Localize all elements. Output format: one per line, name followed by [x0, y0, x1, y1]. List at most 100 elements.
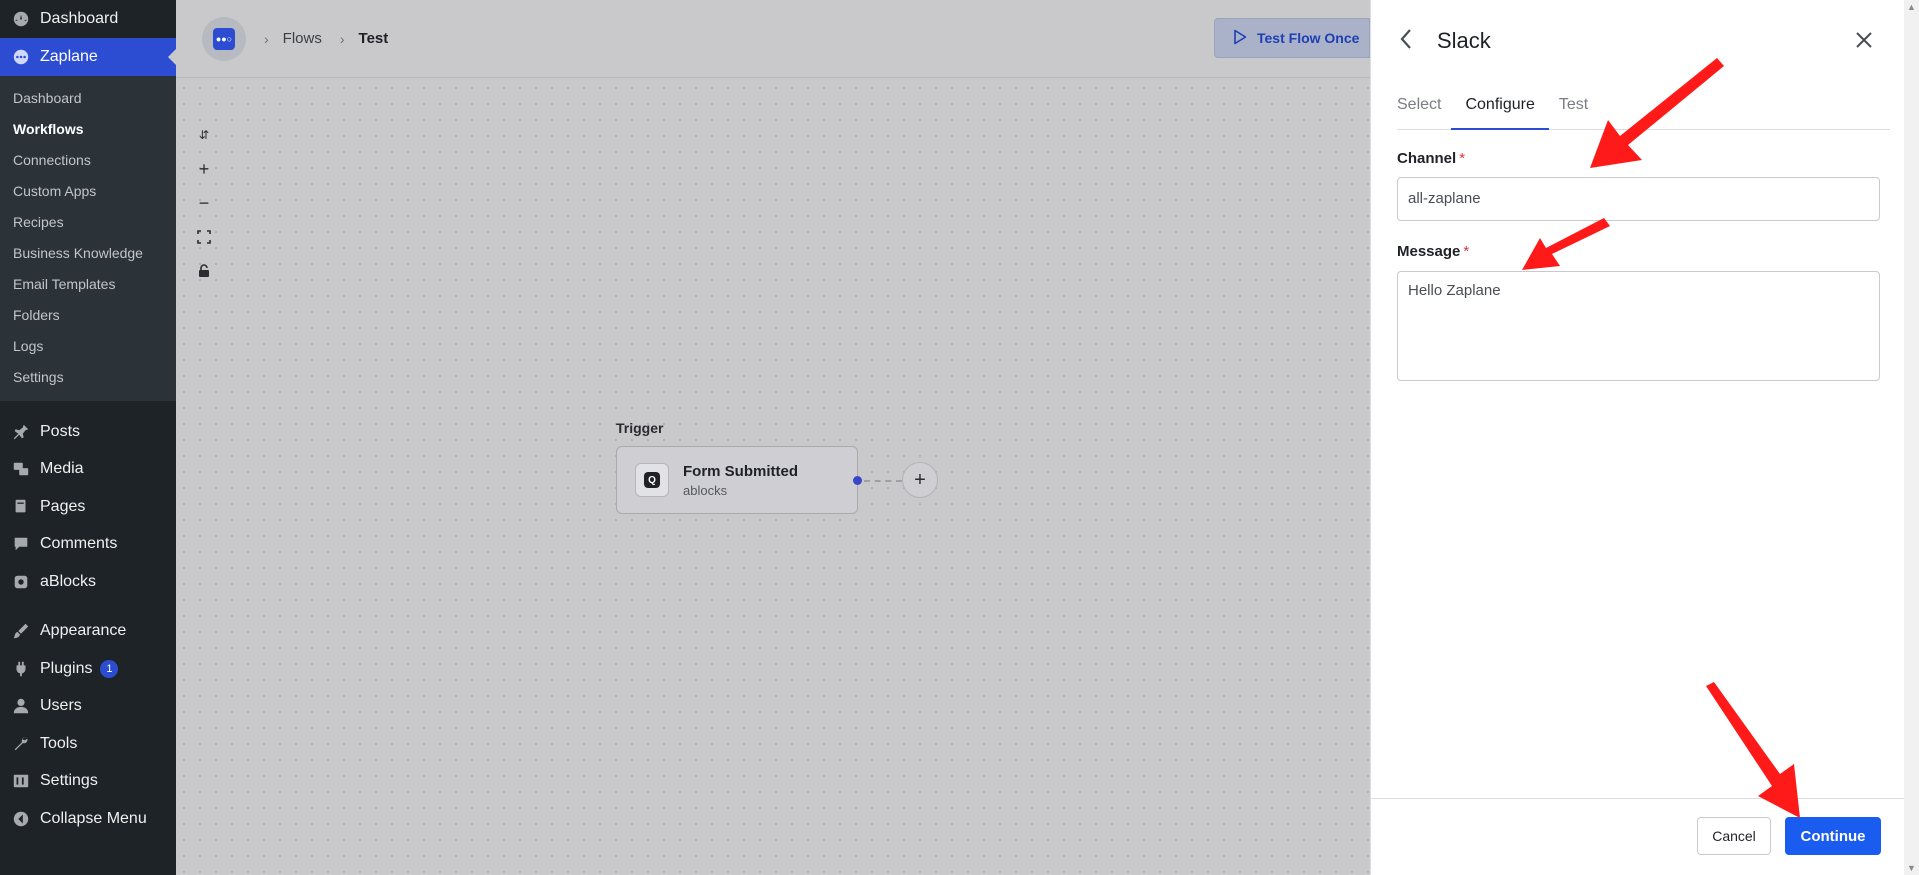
wp-menu-pages[interactable]: Pages	[0, 488, 176, 526]
submenu-item-connections[interactable]: Connections	[0, 145, 176, 176]
zoom-out-icon[interactable]: −	[192, 186, 216, 220]
test-flow-once-button[interactable]: Test Flow Once	[1214, 18, 1370, 58]
fit-view-icon[interactable]	[192, 220, 216, 254]
wp-menu-label: Settings	[40, 772, 98, 790]
comments-icon	[10, 533, 32, 555]
channel-label: Channel *	[1397, 150, 1466, 167]
dashboard-icon	[10, 8, 32, 30]
submenu-item-logs[interactable]: Logs	[0, 331, 176, 362]
wp-menu-settings[interactable]: Settings	[0, 763, 176, 801]
node-title: Form Submitted	[683, 462, 798, 480]
canvas-toolbar: ⇵ + −	[192, 118, 216, 288]
wp-menu-label: Posts	[40, 422, 81, 440]
cancel-button[interactable]: Cancel	[1697, 817, 1771, 855]
message-value: Hello Zaplane	[1408, 282, 1501, 299]
zaplane-submenu: Dashboard Workflows Connections Custom Apps…	[0, 76, 176, 401]
close-icon[interactable]	[1855, 24, 1873, 56]
required-mark: *	[1459, 150, 1466, 167]
scroll-up-icon[interactable]: ▲	[1907, 2, 1916, 12]
wp-menu-users[interactable]: Users	[0, 688, 176, 726]
tab-test[interactable]: Test	[1559, 92, 1588, 130]
wp-menu-label: Users	[40, 697, 82, 715]
chevron-right-icon: ›	[339, 30, 345, 47]
wp-menu-appearance[interactable]: Appearance	[0, 613, 176, 651]
wp-menu-posts[interactable]: Posts	[0, 413, 176, 451]
step-config-panel: Slack Select Configure Test Channel * all…	[1370, 0, 1919, 875]
app-logo[interactable]: ●●○	[202, 16, 246, 61]
wp-menu-label: Media	[40, 460, 84, 478]
tab-configure[interactable]: Configure	[1451, 92, 1549, 130]
add-step-button[interactable]: +	[902, 462, 938, 498]
update-count-badge: 1	[100, 659, 119, 678]
wp-menu-label: Dashboard	[40, 10, 119, 27]
node-output-port[interactable]	[853, 476, 862, 485]
lock-icon[interactable]	[192, 254, 216, 288]
wp-menu-tools[interactable]: Tools	[0, 725, 176, 763]
continue-button[interactable]: Continue	[1785, 817, 1881, 855]
message-textarea[interactable]: Hello Zaplane	[1397, 271, 1880, 381]
wp-menu-plugins[interactable]: Plugins 1	[0, 650, 176, 688]
chevron-right-icon: ›	[264, 30, 269, 47]
play-icon	[1233, 29, 1247, 48]
brush-icon	[10, 620, 32, 642]
submenu-item-folders[interactable]: Folders	[0, 300, 176, 331]
wp-menu-label: Pages	[40, 497, 86, 515]
wp-menu-label: Comments	[40, 535, 118, 553]
zoom-in-icon[interactable]: +	[192, 152, 216, 186]
settings-icon	[10, 770, 32, 792]
submenu-item-settings[interactable]: Settings	[0, 362, 176, 393]
breadcrumb-flows[interactable]: Flows	[283, 30, 322, 47]
wp-menu-collapse-menu[interactable]: Collapse Menu	[0, 800, 176, 838]
zaplane-logo-icon: ●●○	[213, 27, 235, 50]
test-flow-label: Test Flow Once	[1257, 30, 1360, 46]
plugin-icon	[10, 658, 32, 680]
media-icon	[10, 458, 32, 480]
plus-icon: +	[914, 468, 926, 491]
trigger-label: Trigger	[616, 420, 664, 436]
ablocks-icon	[10, 571, 32, 593]
wrench-icon	[10, 733, 32, 755]
panel-footer: Cancel Continue	[1371, 798, 1919, 875]
wp-menu-dashboard[interactable]: Dashboard	[0, 0, 176, 38]
wp-menu-comments[interactable]: Comments	[0, 526, 176, 564]
user-icon	[10, 695, 32, 717]
back-arrow-icon[interactable]	[1399, 26, 1413, 57]
wp-menu-group: Posts Media Pages Comments aBlocks	[0, 413, 176, 601]
submenu-item-dashboard[interactable]: Dashboard	[0, 83, 176, 114]
zaplane-icon	[10, 46, 32, 68]
pin-icon	[10, 421, 32, 443]
wp-menu-label: Plugins	[40, 659, 93, 677]
trigger-node[interactable]: Q Form Submitted ablocks	[616, 446, 858, 514]
wp-menu-ablocks[interactable]: aBlocks	[0, 563, 176, 601]
node-subtitle: ablocks	[683, 482, 728, 498]
pages-icon	[10, 496, 32, 518]
wp-menu-label: Tools	[40, 734, 78, 752]
wp-admin-sidebar: Dashboard Zaplane Dashboard Workflows Conn…	[0, 0, 176, 875]
wp-menu-label: Collapse Menu	[40, 809, 147, 827]
message-label: Message *	[1397, 243, 1470, 260]
required-mark: *	[1463, 243, 1470, 260]
submenu-item-workflows[interactable]: Workflows	[0, 114, 176, 145]
channel-input[interactable]: all-zaplane	[1397, 177, 1880, 221]
wp-menu-zaplane[interactable]: Zaplane	[0, 38, 176, 76]
ablocks-app-icon: Q	[635, 463, 669, 497]
submenu-item-business-knowledge[interactable]: Business Knowledge	[0, 238, 176, 269]
wp-menu-label: aBlocks	[40, 572, 97, 590]
channel-value: all-zaplane	[1408, 190, 1481, 207]
flow-canvas[interactable]: ●●○ › Flows › Test Test Flow Once ⇵ + − …	[176, 0, 1370, 875]
panel-header: Slack	[1371, 0, 1919, 82]
collapse-icon	[10, 808, 32, 830]
scroll-down-icon[interactable]: ▼	[1907, 863, 1916, 873]
submenu-item-custom-apps[interactable]: Custom Apps	[0, 176, 176, 207]
tab-select[interactable]: Select	[1397, 92, 1441, 130]
node-connector	[864, 480, 902, 482]
page-scrollbar[interactable]: ▲ ▼	[1904, 0, 1919, 875]
panel-title: Slack	[1437, 28, 1491, 53]
panel-tabs: Select Configure Test	[1397, 92, 1890, 130]
submenu-item-email-templates[interactable]: Email Templates	[0, 269, 176, 300]
flow-topbar: ●●○ › Flows › Test Test Flow Once	[176, 0, 1370, 78]
swap-vertical-icon[interactable]: ⇵	[192, 118, 216, 152]
submenu-item-recipes[interactable]: Recipes	[0, 207, 176, 238]
wp-menu-media[interactable]: Media	[0, 451, 176, 489]
wp-menu-label: Zaplane	[40, 48, 98, 65]
